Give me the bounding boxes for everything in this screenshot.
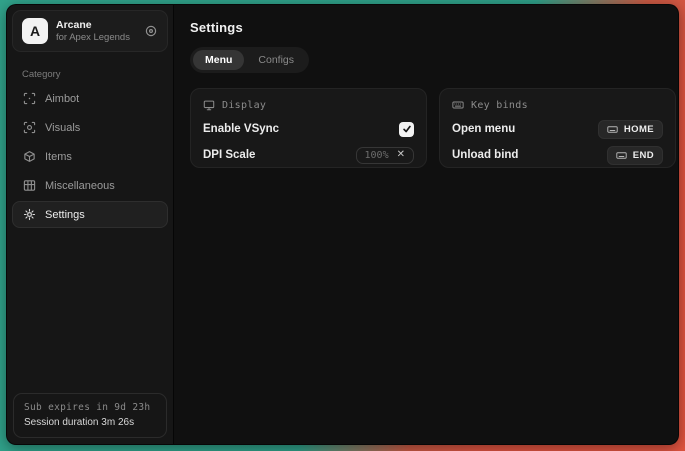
check-icon [402, 124, 412, 134]
keyboard-icon [616, 150, 627, 161]
crosshair-icon [23, 92, 36, 105]
open-menu-row: Open menu HOME [452, 121, 663, 137]
sidebar-item-aimbot[interactable]: Aimbot [12, 85, 168, 112]
gear-icon [23, 208, 36, 221]
unload-bind-label: Unload bind [452, 149, 518, 161]
dpi-label: DPI Scale [203, 149, 255, 161]
app-logo: A [22, 18, 48, 44]
dpi-clear-button[interactable]: ✕ [397, 150, 405, 160]
keyboard-icon [452, 99, 464, 111]
dpi-scale-input[interactable]: 100% ✕ [356, 147, 414, 164]
tab-configs[interactable]: Configs [246, 50, 306, 70]
keyboard-icon [607, 124, 618, 135]
app-header: A Arcane for Apex Legends [12, 10, 168, 52]
settings-cards: Display Enable VSync DPI Scale 1 [190, 88, 676, 168]
keybinds-card: Key binds Open menu HOME [439, 88, 676, 168]
sidebar-item-label: Aimbot [45, 93, 79, 105]
main-content: Settings Menu Configs Display [174, 5, 679, 444]
sidebar-item-visuals[interactable]: Visuals [12, 114, 168, 141]
unload-bind-button[interactable]: END [607, 146, 663, 165]
session-duration-text: Session duration 3m 26s [24, 417, 156, 428]
keybinds-card-title: Key binds [471, 100, 528, 111]
app-window: A Arcane for Apex Legends Category [6, 4, 679, 445]
unload-bind-key: END [633, 150, 654, 161]
open-menu-bind-key: HOME [624, 124, 654, 135]
sidebar-item-settings[interactable]: Settings [12, 201, 168, 228]
settings-tabs: Menu Configs [190, 47, 309, 73]
sidebar-item-label: Miscellaneous [45, 180, 115, 192]
open-menu-bind-button[interactable]: HOME [598, 120, 663, 139]
grid-icon [23, 179, 36, 192]
monitor-icon [203, 99, 215, 111]
app-subtitle: for Apex Legends [56, 32, 136, 44]
sidebar-item-label: Items [45, 151, 72, 163]
app-name: Arcane [56, 19, 136, 32]
page-title: Settings [190, 20, 676, 35]
target-icon[interactable] [144, 24, 158, 38]
scan-eye-icon [23, 121, 36, 134]
category-label: Category [22, 69, 173, 80]
open-menu-label: Open menu [452, 123, 515, 135]
box-icon [23, 150, 36, 163]
vsync-label: Enable VSync [203, 123, 279, 135]
display-card-title: Display [222, 100, 266, 111]
dpi-scale-value: 100% [365, 150, 389, 161]
sidebar-spacer [7, 228, 173, 387]
display-card-header: Display [203, 99, 414, 111]
app-logo-letter: A [30, 23, 40, 39]
app-titles: Arcane for Apex Legends [56, 19, 136, 44]
sidebar: A Arcane for Apex Legends Category [7, 5, 174, 444]
desktop-background: A Arcane for Apex Legends Category [0, 0, 685, 451]
display-card: Display Enable VSync DPI Scale 1 [190, 88, 427, 168]
subscription-info: Sub expires in 9d 23h Session duration 3… [13, 393, 167, 438]
sidebar-item-label: Visuals [45, 122, 80, 134]
dpi-row: DPI Scale 100% ✕ [203, 147, 414, 163]
sidebar-item-items[interactable]: Items [12, 143, 168, 170]
vsync-row: Enable VSync [203, 121, 414, 137]
sidebar-item-miscellaneous[interactable]: Miscellaneous [12, 172, 168, 199]
tab-menu[interactable]: Menu [193, 50, 244, 70]
keybinds-card-header: Key binds [452, 99, 663, 111]
sidebar-item-label: Settings [45, 209, 85, 221]
sub-expiry-text: Sub expires in 9d 23h [24, 402, 156, 413]
sidebar-nav: Aimbot Visuals [7, 85, 173, 228]
vsync-checkbox[interactable] [399, 122, 414, 137]
unload-bind-row: Unload bind END [452, 147, 663, 163]
